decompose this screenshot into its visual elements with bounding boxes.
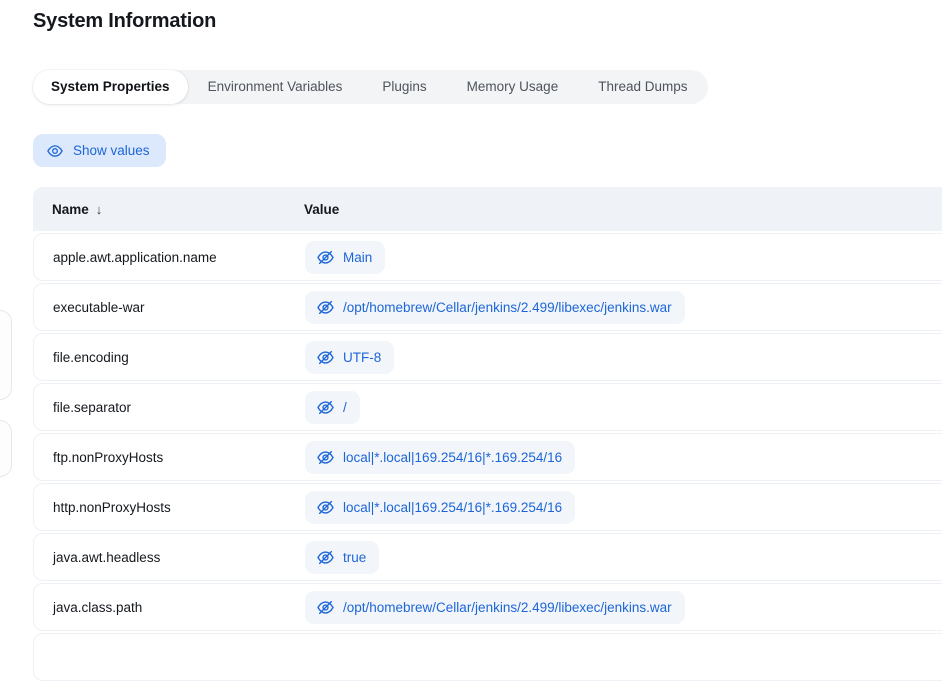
property-name-text: ftp.nonProxyHosts: [53, 450, 163, 465]
hidden-value-pill[interactable]: UTF-8: [305, 341, 394, 374]
property-name: java.awt.headless: [34, 550, 305, 565]
property-name-text: http.nonProxyHosts: [53, 500, 171, 515]
hidden-value-pill[interactable]: Main: [305, 241, 385, 274]
table-row: executable-war /opt/homebrew/Cellar/jenk…: [33, 283, 942, 331]
tab-system-properties[interactable]: System Properties: [33, 70, 188, 104]
system-properties-table: Name ↓ Value apple.awt.application.name …: [33, 187, 942, 681]
table-row: java.awt.headless true: [33, 533, 942, 581]
table-row: file.separator /: [33, 383, 942, 431]
hidden-value-pill[interactable]: /: [305, 391, 360, 424]
offscreen-widget-bottom[interactable]: [0, 420, 12, 477]
property-name: file.encoding: [34, 350, 305, 365]
hidden-value-pill[interactable]: /opt/homebrew/Cellar/jenkins/2.499/libex…: [305, 591, 685, 624]
property-name-text: java.awt.headless: [53, 550, 160, 565]
property-value-cell: /opt/homebrew/Cellar/jenkins/2.499/libex…: [305, 291, 942, 324]
table-row: apple.awt.application.name Main: [33, 233, 942, 281]
name-column-label: Name: [52, 202, 89, 217]
tab-environment-variables[interactable]: Environment Variables: [188, 70, 363, 104]
table-row: http.nonProxyHosts local|*.local|169.254…: [33, 483, 942, 531]
tab-plugins[interactable]: Plugins: [362, 70, 446, 104]
eye-off-icon: [316, 398, 335, 417]
property-value-cell: /: [305, 391, 942, 424]
hidden-value-pill[interactable]: /opt/homebrew/Cellar/jenkins/2.499/libex…: [305, 291, 685, 324]
table-row-partial: [33, 633, 942, 681]
property-value-text: /: [343, 400, 347, 415]
property-value-text: /opt/homebrew/Cellar/jenkins/2.499/libex…: [343, 300, 672, 315]
property-name-text: executable-war: [53, 300, 145, 315]
property-name-text: file.encoding: [53, 350, 129, 365]
property-name: java.class.path: [34, 600, 305, 615]
show-values-label: Show values: [73, 143, 150, 158]
property-value-cell: local|*.local|169.254/16|*.169.254/16: [305, 441, 942, 474]
property-name-text: java.class.path: [53, 600, 142, 615]
column-header-value[interactable]: Value: [304, 202, 339, 217]
column-header-name[interactable]: Name ↓: [33, 202, 304, 217]
property-name-text: file.separator: [53, 400, 131, 415]
property-value-text: local|*.local|169.254/16|*.169.254/16: [343, 450, 562, 465]
hidden-value-pill[interactable]: true: [305, 541, 379, 574]
property-value-cell: local|*.local|169.254/16|*.169.254/16: [305, 491, 942, 524]
property-value-cell: true: [305, 541, 942, 574]
eye-off-icon: [316, 348, 335, 367]
table-header: Name ↓ Value: [33, 187, 942, 231]
eye-off-icon: [316, 298, 335, 317]
sort-descending-icon: ↓: [96, 202, 103, 217]
eye-off-icon: [316, 448, 335, 467]
property-name: apple.awt.application.name: [34, 250, 305, 265]
property-name: file.separator: [34, 400, 305, 415]
property-name: ftp.nonProxyHosts: [34, 450, 305, 465]
property-value-cell: /opt/homebrew/Cellar/jenkins/2.499/libex…: [305, 591, 942, 624]
property-value-text: UTF-8: [343, 350, 381, 365]
property-value-text: local|*.local|169.254/16|*.169.254/16: [343, 500, 562, 515]
property-name: executable-war: [34, 300, 305, 315]
property-value-cell: Main: [305, 241, 942, 274]
eye-off-icon: [316, 248, 335, 267]
property-value-cell: UTF-8: [305, 341, 942, 374]
show-values-button[interactable]: Show values: [33, 134, 166, 167]
property-value-text: Main: [343, 250, 372, 265]
offscreen-widget-top[interactable]: [0, 310, 12, 400]
table-row: ftp.nonProxyHosts local|*.local|169.254/…: [33, 433, 942, 481]
tab-thread-dumps[interactable]: Thread Dumps: [578, 70, 707, 104]
eye-off-icon: [316, 548, 335, 567]
eye-off-icon: [316, 598, 335, 617]
tab-memory-usage[interactable]: Memory Usage: [447, 70, 579, 104]
table-row: file.encoding UTF-8: [33, 333, 942, 381]
property-value-text: /opt/homebrew/Cellar/jenkins/2.499/libex…: [343, 600, 672, 615]
table-body: apple.awt.application.name Main executab…: [33, 233, 942, 631]
eye-icon: [46, 142, 64, 160]
system-info-tabbar: System PropertiesEnvironment VariablesPl…: [33, 70, 708, 104]
page-title: System Information: [33, 10, 216, 33]
hidden-value-pill[interactable]: local|*.local|169.254/16|*.169.254/16: [305, 441, 575, 474]
table-row: java.class.path /opt/homebrew/Cellar/jen…: [33, 583, 942, 631]
eye-off-icon: [316, 498, 335, 517]
property-value-text: true: [343, 550, 366, 565]
property-name-text: apple.awt.application.name: [53, 250, 217, 265]
hidden-value-pill[interactable]: local|*.local|169.254/16|*.169.254/16: [305, 491, 575, 524]
property-name: http.nonProxyHosts: [34, 500, 305, 515]
